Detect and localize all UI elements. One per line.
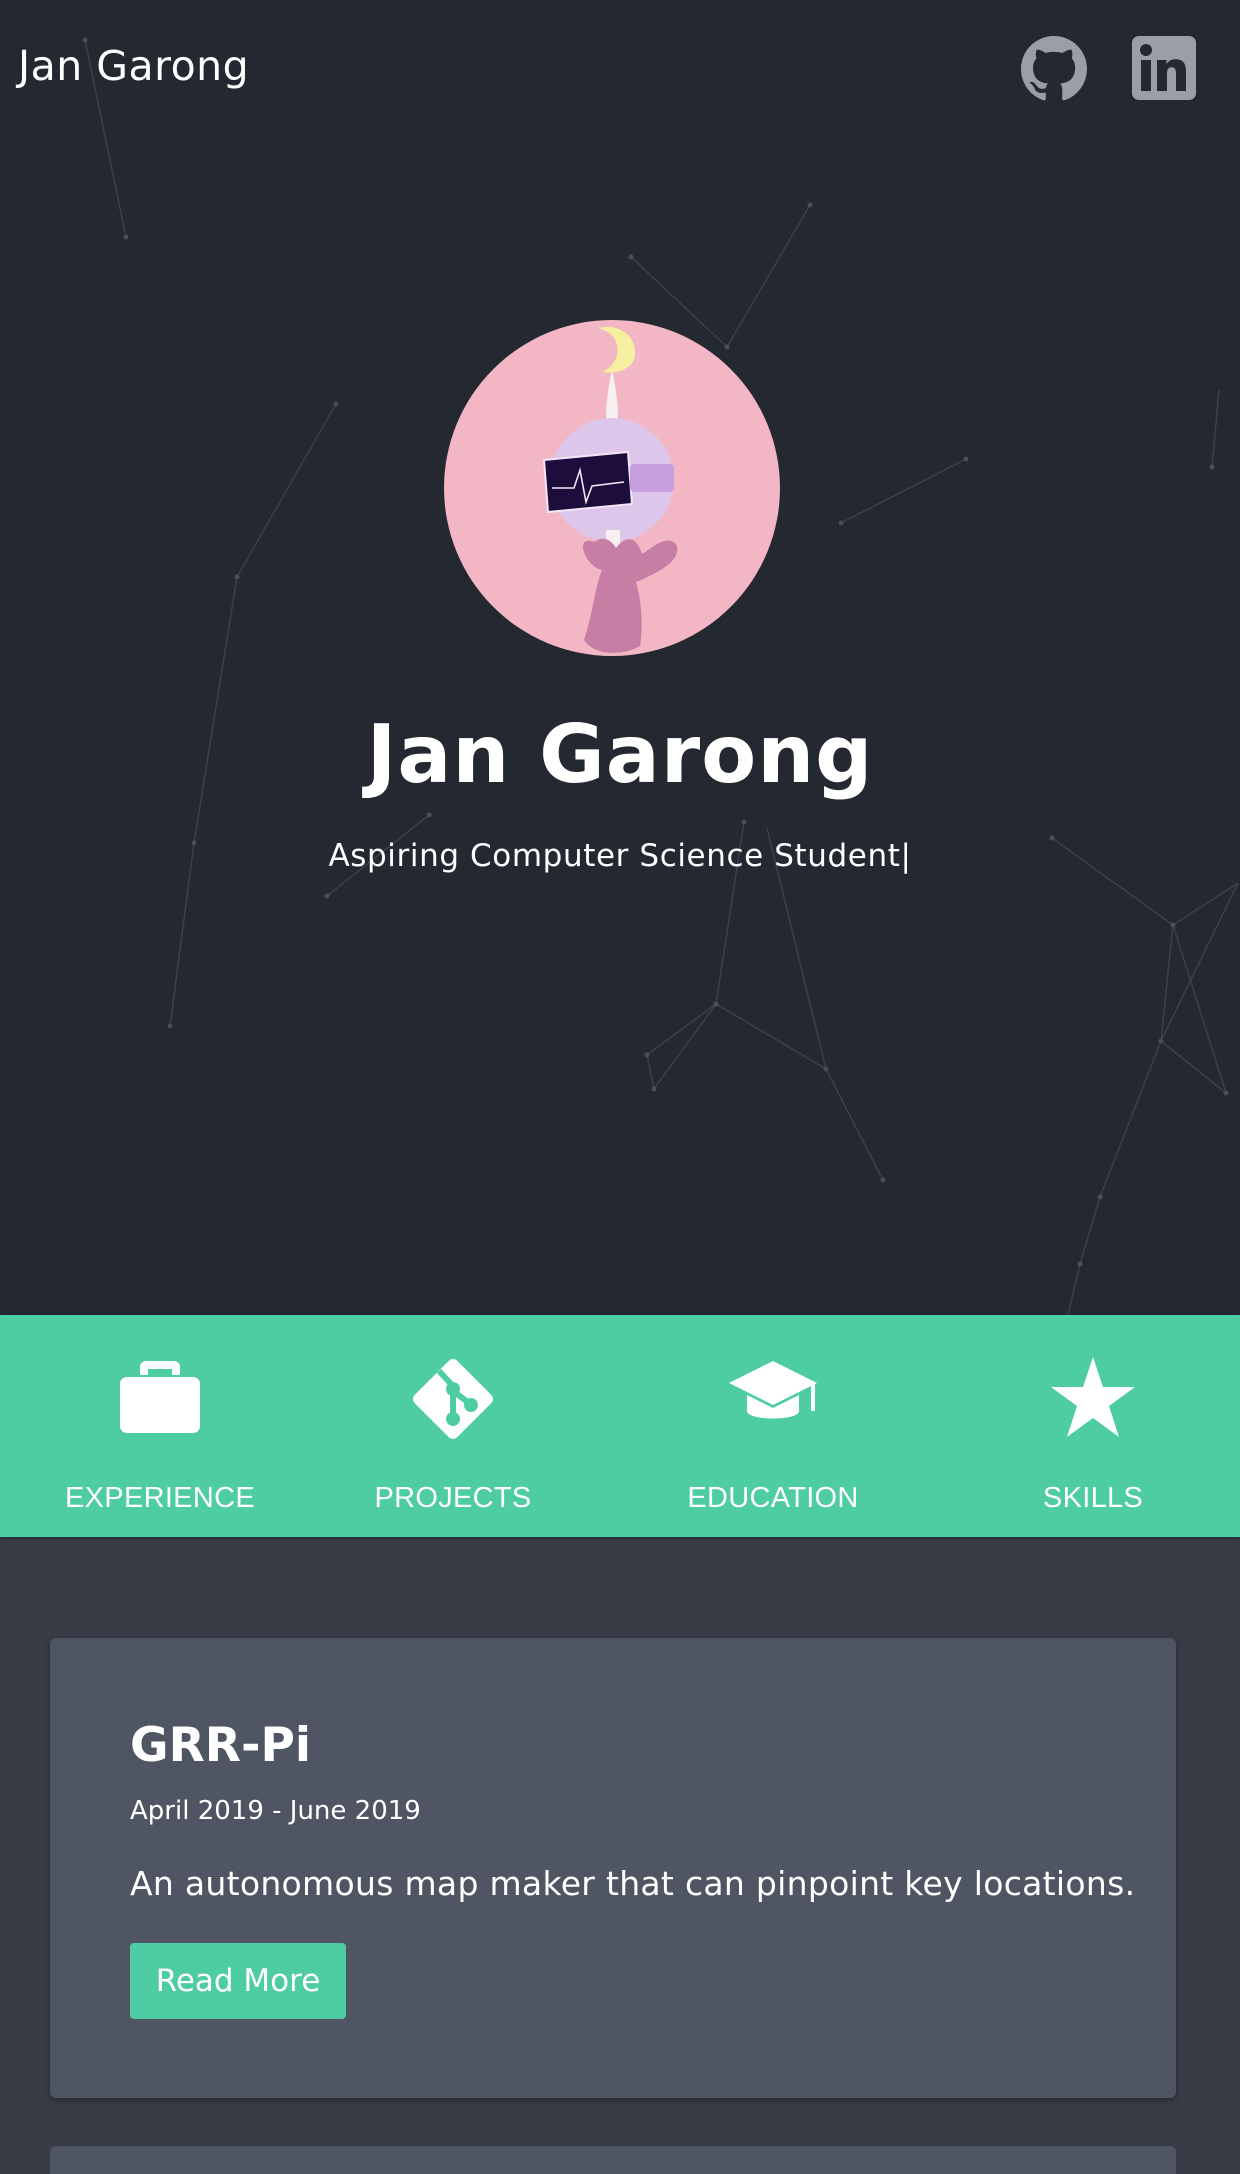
project-card: GRR-Pi April 2019 - June 2019 An autonom… xyxy=(50,1638,1176,2098)
nav-projects-label: PROJECTS xyxy=(374,1482,532,1514)
profile-avatar xyxy=(444,320,780,656)
particle-network-background xyxy=(82,37,1239,1315)
nav-education[interactable]: EDUCATION xyxy=(613,1315,933,1537)
github-icon xyxy=(1021,36,1087,101)
git-icon xyxy=(413,1359,493,1439)
project-card-next xyxy=(50,2146,1176,2174)
nav-experience-label: EXPERIENCE xyxy=(65,1482,255,1514)
linkedin-link[interactable] xyxy=(1132,36,1196,100)
project-date: April 2019 - June 2019 xyxy=(130,1796,421,1826)
nav-skills[interactable]: SKILLS xyxy=(933,1315,1240,1537)
nav-education-label: EDUCATION xyxy=(687,1482,859,1514)
graduation-cap-icon xyxy=(729,1361,817,1419)
linkedin-icon xyxy=(1132,36,1196,100)
project-description: An autonomous map maker that can pinpoin… xyxy=(130,1864,1136,1903)
star-icon xyxy=(1051,1357,1135,1437)
site-brand[interactable]: Jan Garong xyxy=(18,42,249,90)
briefcase-icon xyxy=(120,1361,200,1433)
project-title: GRR-Pi xyxy=(130,1718,312,1773)
hero-section: Jan Garong Jan Garong Aspiring Computer … xyxy=(0,0,1240,1315)
github-link[interactable] xyxy=(1021,36,1087,102)
nav-projects[interactable]: PROJECTS xyxy=(293,1315,613,1537)
hero-subtitle: Aspiring Computer Science Student| xyxy=(328,838,912,874)
hero-title: Jan Garong xyxy=(366,708,874,801)
section-nav: EXPERIENCE PROJECTS EDUCATION SKILLS xyxy=(0,1315,1240,1537)
read-more-button[interactable]: Read More xyxy=(130,1943,346,2019)
nav-skills-label: SKILLS xyxy=(1042,1482,1144,1514)
nav-experience[interactable]: EXPERIENCE xyxy=(0,1315,320,1537)
